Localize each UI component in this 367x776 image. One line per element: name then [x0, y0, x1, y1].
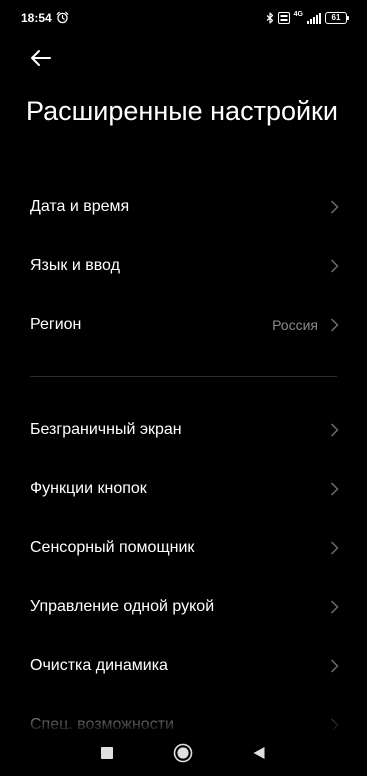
home-circle-icon	[173, 743, 193, 763]
chevron-right-icon	[330, 482, 339, 496]
settings-item-label: Очистка динамика	[30, 657, 168, 674]
chevron-right-icon	[330, 541, 339, 555]
navigation-bar	[0, 730, 367, 776]
settings-list: Дата и время Язык и ввод Регион Россия Б…	[0, 0, 367, 776]
settings-item-fullscreen-display[interactable]: Безграничный экран	[0, 403, 367, 457]
settings-item-speaker-cleaner[interactable]: Очистка динамика	[0, 639, 367, 693]
back-triangle-icon	[253, 747, 265, 759]
home-button[interactable]	[168, 738, 198, 768]
settings-item-label: Управление одной рукой	[30, 598, 215, 615]
section-divider	[30, 376, 337, 377]
chevron-right-icon	[330, 259, 339, 273]
settings-item-button-functions[interactable]: Функции кнопок	[0, 462, 367, 516]
recents-button[interactable]	[92, 738, 122, 768]
chevron-right-icon	[330, 600, 339, 614]
settings-item-date-time[interactable]: Дата и время	[0, 180, 367, 234]
settings-item-label: Дата и время	[30, 198, 130, 215]
chevron-right-icon	[330, 318, 339, 332]
recents-square-icon	[101, 747, 113, 759]
region-value: Россия	[272, 317, 318, 333]
settings-item-label: Сенсорный помощник	[30, 539, 195, 556]
chevron-right-icon	[330, 659, 339, 673]
chevron-right-icon	[330, 200, 339, 214]
settings-item-label: Язык и ввод	[30, 257, 120, 274]
nav-back-button[interactable]	[244, 738, 274, 768]
settings-item-one-handed-mode[interactable]: Управление одной рукой	[0, 580, 367, 634]
settings-item-quick-ball[interactable]: Сенсорный помощник	[0, 521, 367, 575]
settings-item-label: Безграничный экран	[30, 421, 182, 438]
chevron-right-icon	[330, 423, 339, 437]
settings-item-language-input[interactable]: Язык и ввод	[0, 239, 367, 293]
settings-item-label: Функции кнопок	[30, 480, 147, 497]
settings-item-region[interactable]: Регион Россия	[0, 298, 367, 352]
settings-item-label: Регион	[30, 316, 82, 333]
